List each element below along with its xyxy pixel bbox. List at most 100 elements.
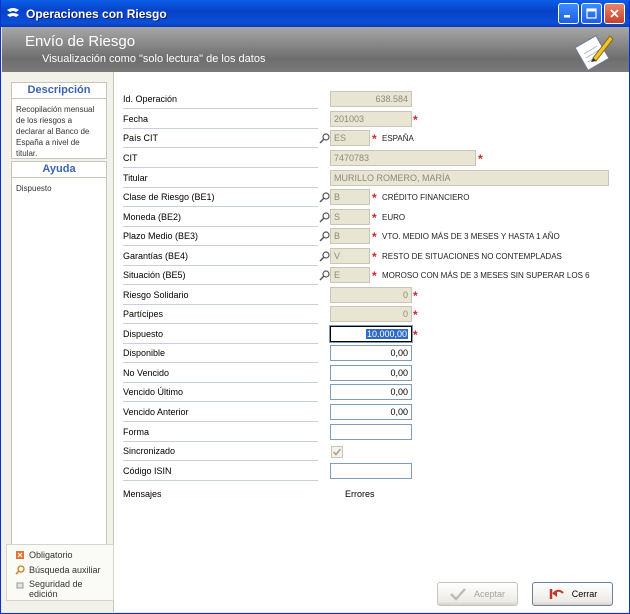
lock-icon — [16, 582, 24, 589]
required-marker: * — [372, 191, 377, 205]
search-icon[interactable] — [319, 212, 330, 223]
no-vencido-input[interactable]: 0,00 — [330, 365, 412, 381]
app-window: Operaciones con Riesgo Envío de Riesgo V… — [0, 0, 630, 614]
required-marker: * — [372, 250, 377, 264]
label-cit: CIT — [123, 152, 318, 168]
row-riesgo-solidario: Riesgo Solidario 0 * — [114, 287, 629, 307]
edit-pencil-icon — [575, 35, 614, 70]
row-id-operacion: Id. Operación 638.584 — [114, 91, 629, 111]
cit-field[interactable]: 7470783 — [330, 150, 476, 166]
page-subtitle: Visualización como "solo lectura" de los… — [42, 53, 266, 65]
label-riesgo-solidario: Riesgo Solidario — [123, 289, 318, 305]
garantias-field[interactable]: V — [330, 248, 370, 264]
clase-riesgo-field[interactable]: B — [330, 189, 370, 205]
vencido-ultimo-input[interactable]: 0,00 — [330, 384, 412, 400]
search-icon[interactable] — [319, 251, 330, 262]
dispuesto-value: 10.000,00 — [365, 329, 408, 339]
label-no-vencido: No Vencido — [123, 367, 318, 383]
riesgo-solidario-field[interactable]: 0 — [330, 287, 412, 303]
row-dispuesto: Dispuesto 10.000,00 * — [114, 325, 629, 346]
search-icon[interactable] — [319, 270, 330, 281]
sincronizado-checkbox[interactable] — [331, 446, 343, 458]
row-sincronizado: Sincronizado — [114, 443, 629, 463]
row-cit: CIT 7470783 * — [114, 150, 629, 170]
app-logo-icon — [7, 7, 19, 17]
row-participes: Partícipes 0 * — [114, 306, 629, 326]
label-garantias: Garantías (BE4) — [123, 250, 318, 266]
description-text: Recopilación mensual de los riesgos a de… — [16, 105, 95, 158]
required-marker: * — [413, 113, 418, 127]
row-mensajes: Mensajes Errores — [114, 486, 629, 506]
search-icon[interactable] — [319, 231, 330, 242]
label-codigo-isin: Código ISIN — [123, 465, 318, 481]
vencido-anterior-input[interactable]: 0,00 — [330, 404, 412, 420]
close-window-button[interactable] — [604, 3, 625, 24]
pais-cit-field[interactable]: ES — [330, 130, 370, 146]
row-situacion: Situación (BE5) E * MOROSO CON MÁS DE 3 … — [114, 267, 629, 287]
required-marker: * — [372, 132, 377, 146]
label-pais-cit: País CIT — [123, 132, 318, 148]
plazo-medio-field[interactable]: B — [330, 228, 370, 244]
disponible-input[interactable]: 0,00 — [330, 345, 412, 361]
form-area: Id. Operación 638.584 Fecha 201003 * Paí… — [114, 72, 629, 612]
help-panel: Ayuda Dispuesto — [11, 161, 107, 601]
minimize-icon — [564, 15, 570, 18]
required-marker: * — [372, 269, 377, 283]
required-marker: * — [413, 328, 418, 342]
label-clase-riesgo: Clase de Riesgo (BE1) — [123, 191, 318, 207]
required-icon — [16, 551, 24, 559]
label-vencido-anterior: Vencido Anterior — [123, 406, 318, 422]
help-title: Ayuda — [12, 162, 106, 178]
window-title: Operaciones con Riesgo — [26, 6, 167, 21]
garantias-description: RESTO DE SITUACIONES NO CONTEMPLADAS — [382, 252, 562, 261]
page-title: Envío de Riesgo — [25, 33, 136, 50]
row-moneda: Moneda (BE2) S * EURO — [114, 209, 629, 229]
search-icon[interactable] — [319, 192, 330, 203]
close-button[interactable]: Cerrar — [532, 582, 613, 606]
label-id-operacion: Id. Operación — [123, 93, 318, 109]
row-plazo-medio: Plazo Medio (BE3) B * VTO. MEDIO MÁS DE … — [114, 228, 629, 248]
clase-riesgo-description: CRÉDITO FINANCIERO — [382, 193, 470, 202]
label-vencido-ultimo: Vencido Último — [123, 386, 318, 402]
label-dispuesto: Dispuesto — [123, 328, 318, 344]
label-sincronizado: Sincronizado — [123, 445, 318, 461]
exit-icon — [549, 589, 564, 599]
label-situacion: Situación (BE5) — [123, 269, 318, 285]
forma-input[interactable] — [330, 424, 412, 440]
label-titular: Titular — [123, 172, 318, 188]
label-participes: Partícipes — [123, 308, 318, 324]
maximize-button[interactable] — [581, 3, 602, 24]
label-disponible: Disponible — [123, 347, 318, 363]
legend-search: Búsqueda auxiliar — [15, 565, 101, 575]
moneda-field[interactable]: S — [330, 209, 370, 225]
required-marker: * — [413, 308, 418, 322]
errores-label: Errores — [345, 489, 375, 499]
row-forma: Forma — [114, 424, 629, 444]
codigo-isin-input[interactable] — [330, 463, 412, 479]
minimize-button[interactable] — [558, 3, 579, 24]
search-icon — [15, 565, 25, 575]
required-marker: * — [478, 152, 483, 166]
situacion-field[interactable]: E — [330, 267, 370, 283]
titular-field[interactable]: MURILLO ROMERO, MARÍA — [330, 170, 609, 186]
maximize-icon — [586, 8, 597, 19]
label-fecha: Fecha — [123, 113, 318, 129]
legend: Obligatorio Búsqueda auxiliar Seguridad … — [6, 544, 114, 601]
fecha-field[interactable]: 201003 — [330, 111, 412, 127]
help-text: Dispuesto — [16, 184, 52, 193]
accept-button[interactable]: Aceptar — [437, 582, 518, 606]
sidebar: Descripción Recopilación mensual de los … — [2, 72, 114, 612]
label-forma: Forma — [123, 426, 318, 442]
legend-security: Seguridad de edición — [15, 579, 95, 599]
participes-field[interactable]: 0 — [330, 306, 412, 322]
required-marker: * — [372, 211, 377, 225]
checkmark-icon — [332, 448, 342, 456]
row-vencido-ultimo: Vencido Último 0,00 — [114, 384, 629, 404]
title-bar[interactable]: Operaciones con Riesgo — [1, 0, 629, 27]
row-garantias: Garantías (BE4) V * RESTO DE SITUACIONES… — [114, 248, 629, 268]
page-header: Envío de Riesgo Visualización como "solo… — [2, 27, 629, 72]
search-icon[interactable] — [319, 133, 330, 144]
id-operacion-field[interactable]: 638.584 — [330, 91, 412, 107]
dispuesto-input[interactable]: 10.000,00 — [329, 325, 413, 343]
mensajes-label: Mensajes — [123, 489, 162, 499]
